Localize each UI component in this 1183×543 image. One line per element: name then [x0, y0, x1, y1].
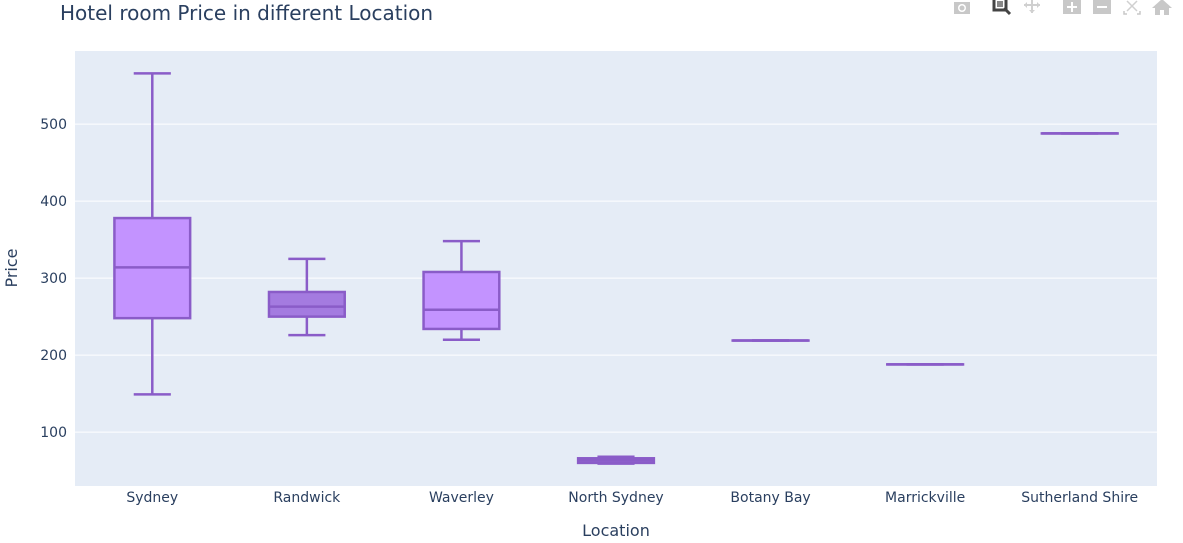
x-tick-label: Randwick [273, 490, 341, 506]
iqr-box [422, 270, 501, 331]
y-axis-label: Price [2, 248, 21, 287]
x-axis-ticks: Sydney Randwick Waverley North Sydney Botany… [126, 490, 1138, 506]
y-tick-label: 500 [40, 117, 67, 133]
home-icon[interactable] [1151, 0, 1173, 16]
box-plot-chart: Hotel room Price in different Location 1… [2, 1, 1157, 540]
x-tick-label: Marrickville [885, 490, 965, 506]
zoom-out-icon[interactable] [1091, 0, 1113, 16]
y-tick-label: 200 [40, 348, 67, 364]
y-tick-label: 100 [40, 425, 67, 441]
x-tick-label: Botany Bay [730, 490, 810, 506]
x-tick-label: North Sydney [568, 490, 663, 506]
iqr-box [267, 290, 346, 318]
plot-area[interactable] [75, 51, 1157, 486]
autoscale-icon[interactable] [1121, 0, 1143, 16]
pan-icon[interactable] [1021, 0, 1043, 16]
x-tick-label: Sutherland Shire [1021, 490, 1138, 506]
x-tick-label: Waverley [429, 490, 494, 506]
chart-title: Hotel room Price in different Location [60, 1, 433, 25]
zoom-icon[interactable] [991, 0, 1013, 16]
zoom-in-icon[interactable] [1061, 0, 1083, 16]
box-north-sydney[interactable] [576, 455, 656, 465]
x-tick-label: Sydney [126, 490, 178, 506]
camera-icon[interactable] [951, 0, 973, 16]
y-axis-ticks: 100 200 300 400 500 [40, 117, 67, 441]
x-axis-label: Location [582, 521, 650, 540]
y-tick-label: 400 [40, 194, 67, 210]
y-tick-label: 300 [40, 271, 67, 287]
